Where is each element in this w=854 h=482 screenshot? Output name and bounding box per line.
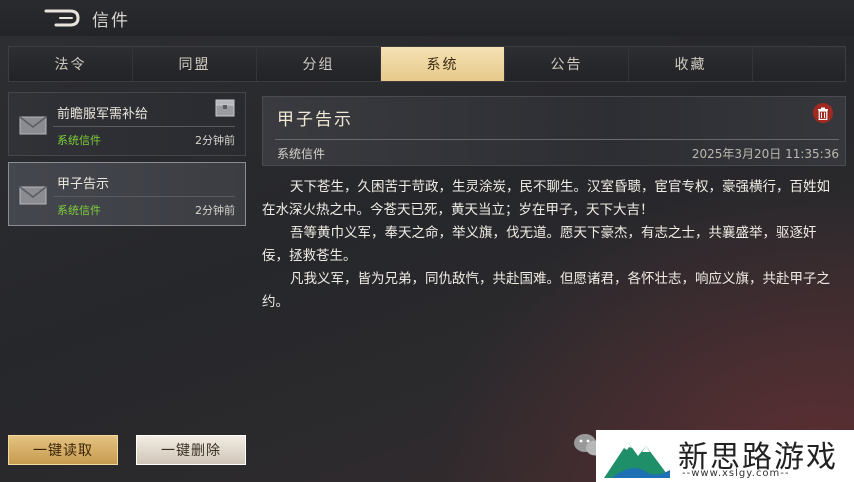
mail-item-jiazi[interactable]: 甲子告示 系统信件 2分钟前 — [8, 162, 246, 226]
mail-title: 前瞻服军需补给 — [57, 107, 149, 122]
mail-detail-title: 甲子告示 — [277, 110, 353, 130]
mail-paragraph: 吾等黄巾义军，奉天之命，举义旗，伐无道。愿天下豪杰，有志之士，共襄盛举，驱逐奸佞… — [262, 225, 817, 264]
envelope-icon — [19, 116, 47, 135]
watermark-url: --www.xslgy.com-- — [682, 468, 790, 479]
read-all-button[interactable]: 一键读取 — [8, 435, 118, 465]
mail-detail-type: 系统信件 — [277, 147, 326, 161]
mail-detail-date: 2025年3月20日 11:35:36 — [691, 147, 839, 161]
reward-chest-icon — [215, 99, 235, 117]
mail-divider — [53, 196, 235, 197]
tab-alliance[interactable]: 同盟 — [133, 47, 257, 81]
mail-detail-body: 天下苍生，久困苦于苛政，生灵涂炭，民不聊生。汉室昏聩，宦官专权，豪强横行，百姓如… — [262, 176, 842, 314]
mail-item-supply[interactable]: 前瞻服军需补给 系统信件 2分钟前 — [8, 92, 246, 156]
tab-announcement[interactable]: 公告 — [505, 47, 629, 81]
mail-time: 2分钟前 — [195, 134, 235, 147]
mail-type: 系统信件 — [57, 134, 101, 147]
mail-detail-header: 甲子告示 系统信件 2025年3月20日 11:35:36 — [262, 96, 846, 166]
trash-icon — [818, 107, 828, 120]
tab-bar: 法令 同盟 分组 系统 公告 收藏 — [8, 46, 846, 82]
tab-group[interactable]: 分组 — [257, 47, 381, 81]
mail-time: 2分钟前 — [195, 204, 235, 217]
mail-type: 系统信件 — [57, 204, 101, 217]
envelope-icon — [19, 186, 47, 205]
back-arrow-icon[interactable] — [42, 7, 82, 29]
mail-paragraph: 凡我义军，皆为兄弟，同仇敌忾，共赴国难。但愿诸君，各怀壮志，响应义旗，共赴甲子之… — [262, 271, 830, 310]
delete-all-button[interactable]: 一键删除 — [136, 435, 246, 465]
detail-divider — [275, 139, 839, 140]
mail-divider — [53, 126, 235, 127]
mountain-logo-icon — [604, 442, 670, 478]
mail-title: 甲子告示 — [57, 177, 110, 192]
tab-bar-filler — [753, 47, 845, 81]
tab-favorites[interactable]: 收藏 — [629, 47, 753, 81]
watermark-logo: 新思路游戏 --www.xslgy.com-- — [596, 430, 854, 482]
top-bar: 信件 — [0, 0, 854, 36]
mail-list: 前瞻服军需补给 系统信件 2分钟前 甲子告示 系统信件 2分钟前 — [8, 92, 246, 232]
tab-system[interactable]: 系统 — [381, 47, 505, 81]
delete-mail-button[interactable] — [813, 103, 833, 123]
mail-paragraph: 天下苍生，久困苦于苛政，生灵涂炭，民不聊生。汉室昏聩，宦官专权，豪强横行，百姓如… — [262, 179, 830, 218]
tab-decrees[interactable]: 法令 — [9, 47, 133, 81]
page-title: 信件 — [92, 11, 130, 31]
